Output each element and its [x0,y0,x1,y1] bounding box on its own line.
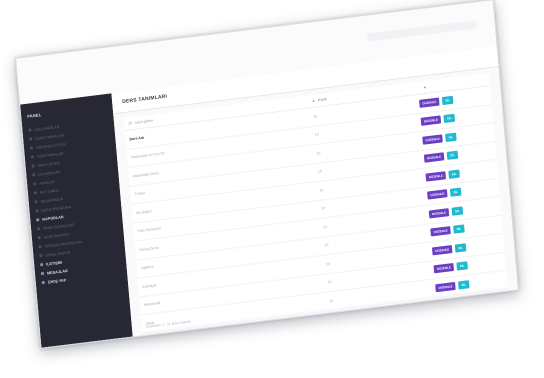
edit-button[interactable]: DÜZENLE [428,207,450,219]
menu-bullet-icon [36,218,40,222]
length-suffix: kayıt göster [134,118,154,125]
edit-button[interactable]: DÜZENLE [420,115,442,127]
menu-bullet-icon [40,271,45,276]
sidebar-item-label: DUYURULAR [38,169,61,177]
delete-button[interactable]: SİL [451,206,463,216]
menu-bullet-icon [29,146,34,150]
sidebar-item-label: AYARLAR [38,179,55,186]
menu-bullet-icon [29,137,33,141]
course-table: 10 kayıt göster ▲ Kredi ▴ Ders Adı 10 DÜZE… [123,73,508,334]
sidebar-item-label: MESAJLAR [46,268,68,276]
edit-button[interactable]: DÜZENLE [423,152,445,163]
menu-bullet-icon [40,262,44,267]
menu-bullet-icon [28,128,32,132]
sidebar-item-label: SINIF LİSTESİ [37,160,61,168]
delete-button[interactable]: SİL [453,224,465,234]
delete-button[interactable]: SİL [442,95,454,105]
edit-button[interactable]: DÜZENLE [422,134,443,145]
delete-button[interactable]: SİL [456,261,468,271]
sidebar-item-label: ÇIKIŞ YAP [47,277,67,285]
edit-button[interactable]: DÜZENLE [419,97,440,108]
brand-label: PANEL [26,111,42,119]
menu-bullet-icon [33,182,37,186]
sort-arrow-icon[interactable]: ▲ [312,99,316,103]
delete-button[interactable]: SİL [445,132,457,142]
screenshot-stage: PANEL KULLANICILAR DERS TANIMLARI ÖĞRENCİ … [0,0,544,378]
sidebar-item-label: DEVAMSIZLIK [40,196,64,204]
course-credit-cell: 10 [329,298,334,304]
menu-bullet-icon [33,191,38,195]
delete-button[interactable]: SİL [450,187,462,198]
delete-button[interactable]: SİL [454,243,467,253]
menu-bullet-icon [30,155,34,159]
edit-button[interactable]: DÜZENLE [433,263,455,274]
edit-button[interactable]: DÜZENLE [435,281,456,293]
sidebar-nav: KULLANICILAR DERS TANIMLARI ÖĞRENCİ LİSTES… [22,115,127,288]
edit-button[interactable]: DÜZENLE [431,244,453,256]
length-select[interactable]: 10 [128,121,132,125]
edit-button[interactable]: DÜZENLE [427,189,448,200]
menu-bullet-icon [41,280,45,285]
menu-bullet-icon [37,236,41,240]
menu-bullet-icon [38,245,42,249]
top-bar-decoration [367,20,477,42]
credit-header-label: Kredi [318,97,327,103]
app-window: PANEL KULLANICILAR DERS TANIMLARI ÖĞRENCİ … [15,0,519,349]
menu-bullet-icon [32,173,36,177]
page-title: DERS TANIMLARI [122,93,168,106]
main-content: DERS TANIMLARI 10 kayıt göster ▲ Kredi ▴ [111,46,518,337]
menu-bullet-icon [34,200,38,204]
delete-button[interactable]: SİL [458,279,470,290]
menu-bullet-icon [31,164,35,168]
delete-button[interactable]: SİL [446,150,459,161]
sidebar-item-label: NOT GİRİŞİ [39,188,59,195]
delete-button[interactable]: SİL [448,169,460,179]
sidebar-item-label: RAPORLAR [42,214,64,222]
menu-bullet-icon [36,227,41,231]
menu-bullet-icon [35,209,39,213]
sidebar-item-label: İLETİŞİM [45,260,63,267]
menu-bullet-icon [39,253,43,258]
table-body: Ders Adı 10 DÜZENLE SİL Matematik ve Fen Tb 1… [124,86,508,334]
delete-button[interactable]: SİL [443,113,455,124]
edit-button[interactable]: DÜZENLE [425,170,447,182]
sort-indicator-icon: ▴ [423,85,426,90]
edit-button[interactable]: DÜZENLE [430,226,452,237]
